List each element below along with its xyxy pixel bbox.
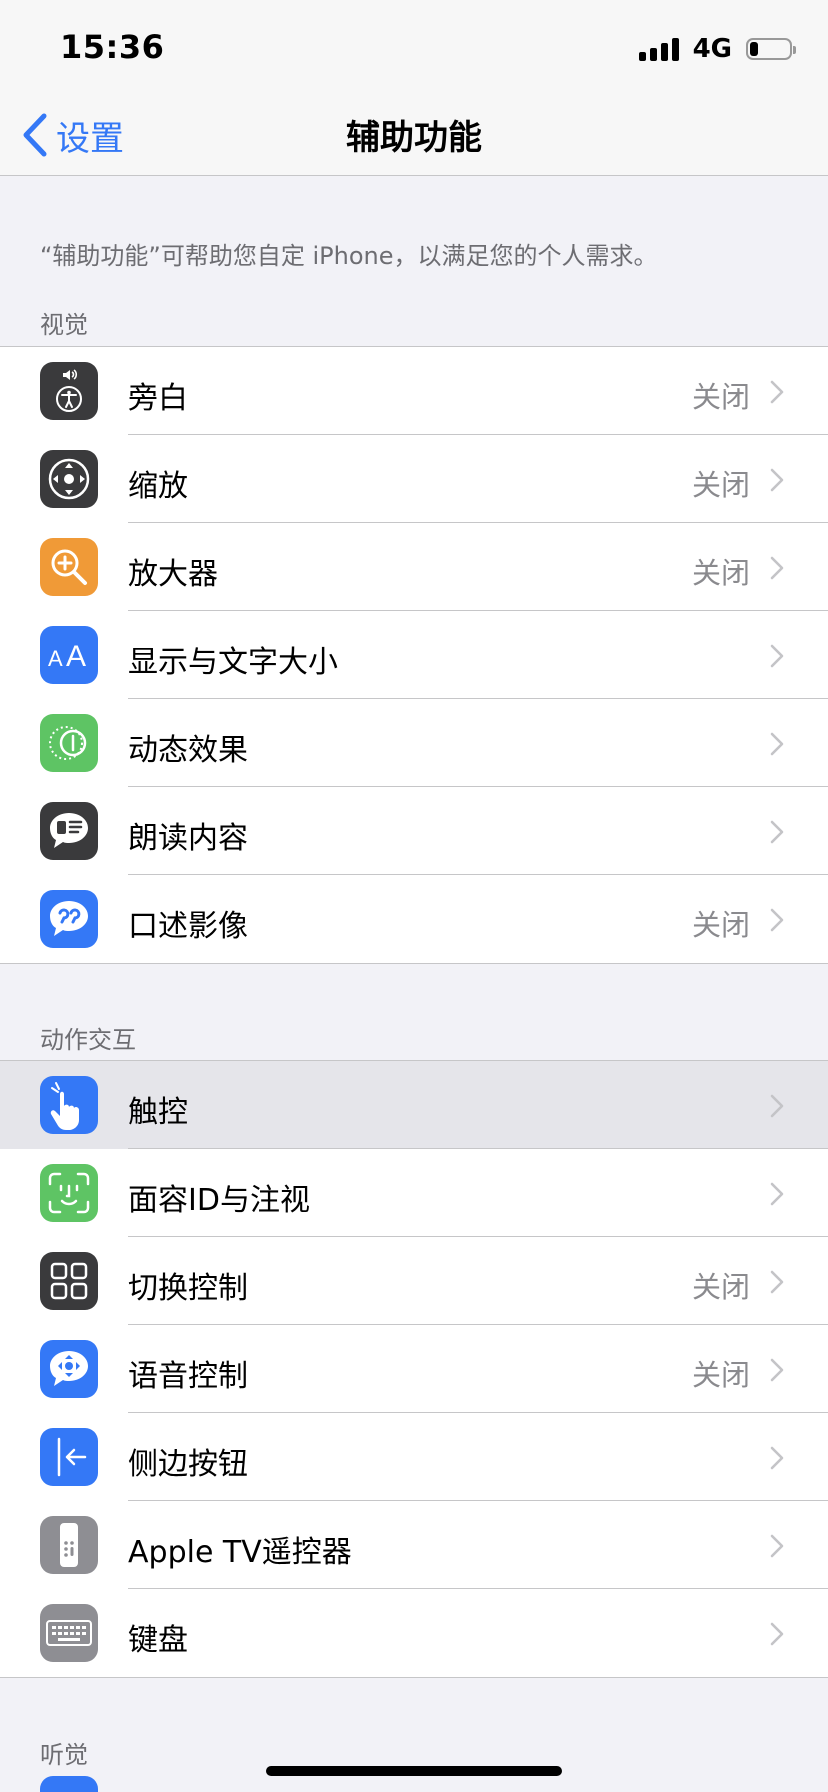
hearing-first-item-icon: [40, 1776, 98, 1792]
section-header-hearing: 听觉: [40, 1741, 88, 1769]
side-button-icon: [40, 1428, 98, 1486]
settings-row-label: 口述影像: [128, 909, 248, 944]
settings-row-audio-descriptions[interactable]: 口述影像 关闭: [0, 875, 828, 963]
switch-control-icon: [40, 1252, 98, 1310]
keyboard-icon: [40, 1604, 98, 1662]
settings-row-magnifier[interactable]: 放大器 关闭: [0, 523, 828, 611]
settings-row-switch-control[interactable]: 切换控制 关闭: [0, 1237, 828, 1325]
settings-row-text-size[interactable]: A A 显示与文字大小: [0, 611, 828, 699]
interaction-settings-group: 触控 面容ID与注视 切换控制 关闭 语音控制 关闭 侧边按钮 Apple TV遥控器 键盘: [0, 1060, 828, 1678]
settings-row-keyboard[interactable]: 键盘: [0, 1589, 828, 1677]
chevron-right-icon: [770, 380, 784, 408]
settings-row-voiceover[interactable]: 旁白 关闭: [0, 347, 828, 435]
magnifier-icon: [40, 538, 98, 596]
settings-row-value: 关闭: [691, 468, 750, 502]
section-header-vision: 视觉: [40, 311, 88, 339]
chevron-right-icon: [770, 1182, 784, 1210]
settings-row-touch[interactable]: 触控: [0, 1061, 828, 1149]
settings-row-voice-control[interactable]: 语音控制 关闭: [0, 1325, 828, 1413]
settings-row-label: 放大器: [128, 557, 218, 592]
chevron-right-icon: [770, 1094, 784, 1122]
page-description: “辅助功能”可帮助您自定 iPhone，以满足您的个人需求。: [40, 242, 658, 270]
chevron-right-icon: [770, 732, 784, 760]
settings-row-value: 关闭: [691, 1270, 750, 1304]
settings-row-label: 缩放: [128, 469, 188, 504]
settings-row-label: 触控: [128, 1095, 188, 1130]
settings-row-value: 关闭: [691, 556, 750, 590]
cellular-signal-icon: [638, 37, 679, 61]
settings-row-label: 朗读内容: [128, 821, 248, 856]
chevron-right-icon: [770, 644, 784, 672]
settings-row-label: 键盘: [128, 1623, 188, 1658]
audio-descriptions-icon: [40, 890, 98, 948]
chevron-right-icon: [770, 1534, 784, 1562]
touch-icon: [40, 1076, 98, 1134]
navigation-bar: 设置 辅助功能: [0, 96, 828, 176]
spoken-content-icon: [40, 802, 98, 860]
chevron-right-icon: [770, 556, 784, 584]
settings-row-label: 语音控制: [128, 1359, 248, 1394]
settings-row-value: 关闭: [691, 380, 750, 414]
chevron-right-icon: [770, 820, 784, 848]
settings-row-zoom[interactable]: 缩放 关闭: [0, 435, 828, 523]
apple-tv-remote-icon: [40, 1516, 98, 1574]
settings-row-label: 面容ID与注视: [128, 1183, 310, 1218]
settings-row-motion[interactable]: 动态效果: [0, 699, 828, 787]
settings-row-side-button[interactable]: 侧边按钮: [0, 1413, 828, 1501]
home-indicator[interactable]: [266, 1766, 562, 1776]
motion-icon: [40, 714, 98, 772]
chevron-right-icon: [770, 908, 784, 936]
voice-control-icon: [40, 1340, 98, 1398]
chevron-right-icon: [770, 1446, 784, 1474]
chevron-right-icon: [770, 1622, 784, 1650]
zoom-icon: [40, 450, 98, 508]
section-header-interaction: 动作交互: [40, 1026, 136, 1054]
network-type: 4G: [692, 34, 732, 64]
chevron-right-icon: [770, 468, 784, 496]
battery-level: [750, 42, 758, 56]
settings-row-value: 关闭: [691, 908, 750, 942]
face-id-icon: [40, 1164, 98, 1222]
status-indicators: 4G: [638, 34, 796, 64]
settings-row-face-id[interactable]: 面容ID与注视: [0, 1149, 828, 1237]
text-size-icon: AA: [40, 626, 98, 684]
status-bar: 15:36 4G: [0, 0, 828, 96]
settings-row-spoken-content[interactable]: 朗读内容: [0, 787, 828, 875]
settings-row-apple-tv-remote[interactable]: Apple TV遥控器: [0, 1501, 828, 1589]
page-title: 辅助功能: [346, 118, 482, 158]
svg-text:A: A: [66, 640, 86, 672]
chevron-right-icon: [770, 1270, 784, 1298]
battery-icon: [746, 38, 796, 60]
settings-row-label: 切换控制: [128, 1271, 248, 1306]
settings-row-label: 显示与文字大小: [128, 645, 338, 680]
settings-row-label: 动态效果: [128, 733, 248, 768]
status-time: 15:36: [60, 28, 165, 66]
chevron-right-icon: [770, 1358, 784, 1386]
settings-row-label: 侧边按钮: [128, 1447, 248, 1482]
svg-text:A: A: [48, 646, 63, 671]
vision-settings-group: 旁白 关闭 缩放 关闭 放大器 关闭 A A 显示与文字大小 动态效果 朗读内容 口述影像 关闭: [0, 346, 828, 964]
settings-row-label: 旁白: [128, 381, 188, 416]
settings-row-value: 关闭: [691, 1358, 750, 1392]
voiceover-icon: [40, 362, 98, 420]
settings-row-label: Apple TV遥控器: [128, 1535, 352, 1570]
